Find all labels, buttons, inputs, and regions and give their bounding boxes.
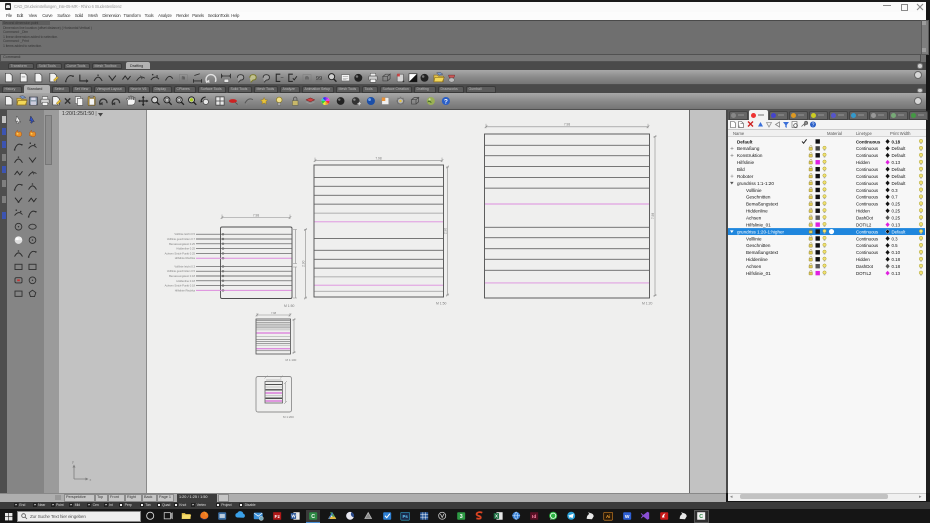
svg-text:Volllinie leicht 0.3: Volllinie leicht 0.3 xyxy=(174,264,195,268)
svg-text:Continuous: Continuous xyxy=(856,188,879,193)
svg-text:Default: Default xyxy=(891,167,906,172)
svg-text:2.90: 2.90 xyxy=(444,227,448,233)
svg-text:Default: Default xyxy=(891,153,906,158)
svg-text:Continuous: Continuous xyxy=(856,243,879,248)
svg-text:Bild: Bild xyxy=(737,167,745,172)
svg-text:Achsen: Achsen xyxy=(746,216,762,221)
svg-text:7.98: 7.98 xyxy=(253,213,259,217)
svg-text:Achsen Strich-Punkt 0.25: Achsen Strich-Punkt 0.25 xyxy=(165,251,196,255)
svg-text:DOTIL2: DOTIL2 xyxy=(856,271,872,276)
svg-text:Hidden: Hidden xyxy=(856,160,870,165)
svg-text:Bemaßung: Bemaßung xyxy=(737,146,760,151)
svg-text:Geschnitten: Geschnitten xyxy=(746,195,771,200)
svg-text:Hiddenline 0.25: Hiddenline 0.25 xyxy=(176,246,195,250)
svg-text:W: W xyxy=(625,514,630,520)
svg-text:0.18: 0.18 xyxy=(891,139,900,144)
svg-text:C: C xyxy=(311,514,315,520)
svg-text:Continuous: Continuous xyxy=(856,139,881,144)
svg-text:M 1:50: M 1:50 xyxy=(436,301,446,305)
svg-text:?: ? xyxy=(812,123,815,129)
svg-text:Volllinie leicht 0.5: Volllinie leicht 0.5 xyxy=(174,232,195,236)
svg-text:7.98: 7.98 xyxy=(271,310,277,314)
svg-text:Continuous: Continuous xyxy=(856,181,879,186)
svg-text:0.13: 0.13 xyxy=(891,271,900,276)
svg-text:Volllinie: Volllinie xyxy=(746,236,762,241)
svg-text:C: C xyxy=(700,514,704,520)
svg-text:7.98: 7.98 xyxy=(651,212,655,218)
svg-text:DashDot: DashDot xyxy=(856,216,874,221)
svg-text:Hilfslinie Rischka: Hilfslinie Rischka xyxy=(175,256,196,260)
svg-text:x: x xyxy=(90,478,92,482)
svg-text:Bemaßungstext: Bemaßungstext xyxy=(746,250,779,255)
svg-text:Hidden: Hidden xyxy=(856,209,870,214)
svg-text:0.18: 0.18 xyxy=(891,264,900,269)
svg-text:0.13: 0.13 xyxy=(891,223,900,228)
svg-text:grundriss 1:20-1:higher: grundriss 1:20-1:higher xyxy=(737,229,785,234)
svg-text:M 1:50: M 1:50 xyxy=(284,303,294,307)
svg-text:Hiddenline: Hiddenline xyxy=(746,209,768,214)
svg-text:Fz: Fz xyxy=(274,514,280,520)
svg-text:0.25: 0.25 xyxy=(891,209,900,214)
svg-text:0.10: 0.10 xyxy=(891,250,900,255)
svg-text:Continuous: Continuous xyxy=(856,236,879,241)
svg-text:grundriss 1:1-1:20: grundriss 1:1-1:20 xyxy=(737,181,774,186)
svg-text:Hilfslinie Rischka: Hilfslinie Rischka xyxy=(175,288,196,292)
svg-text:Hiddenline 0.18: Hiddenline 0.18 xyxy=(176,278,195,282)
svg-text:Roboter: Roboter xyxy=(737,174,754,179)
svg-text:Hilfslinie_01: Hilfslinie_01 xyxy=(746,223,771,228)
svg-text:0.5: 0.5 xyxy=(891,243,898,248)
svg-text:Default: Default xyxy=(737,139,753,144)
svg-text:Achsen Strich-Punkt 0.18: Achsen Strich-Punkt 0.18 xyxy=(165,283,196,287)
svg-text:DOTIL2: DOTIL2 xyxy=(856,223,872,228)
svg-text:Continuous: Continuous xyxy=(856,229,879,234)
svg-text:Bemassungstext 0.25: Bemassungstext 0.25 xyxy=(169,241,195,245)
svg-text:Default: Default xyxy=(891,146,906,151)
svg-text:Bemaßungstext: Bemaßungstext xyxy=(746,202,779,207)
svg-text:2.90: 2.90 xyxy=(302,260,306,266)
svg-text:Volllinie geschnitten 0.5: Volllinie geschnitten 0.5 xyxy=(167,269,196,273)
svg-text:Achsen: Achsen xyxy=(746,264,762,269)
svg-text:Continuous: Continuous xyxy=(856,195,879,200)
svg-text:0.25: 0.25 xyxy=(891,216,900,221)
svg-text:7.98: 7.98 xyxy=(375,156,381,160)
svg-text:?: ? xyxy=(444,98,448,105)
svg-text:M 1:200: M 1:200 xyxy=(283,415,294,419)
svg-text:Geschnitten: Geschnitten xyxy=(746,243,771,248)
svg-text:0.25: 0.25 xyxy=(891,202,900,207)
svg-text:0.3: 0.3 xyxy=(891,188,898,193)
svg-text:Continuous: Continuous xyxy=(856,153,879,158)
svg-text:Default: Default xyxy=(891,174,906,179)
svg-text:Continuous: Continuous xyxy=(856,167,879,172)
svg-text:0.18: 0.18 xyxy=(891,257,900,262)
svg-text:Default: Default xyxy=(891,229,906,234)
svg-text:Hilfslinie: Hilfslinie xyxy=(737,160,754,165)
svg-text:Default: Default xyxy=(891,181,906,186)
svg-text:Continuous: Continuous xyxy=(856,202,879,207)
svg-text:m: m xyxy=(182,75,185,81)
svg-text:3: 3 xyxy=(460,514,463,520)
svg-text:0.7: 0.7 xyxy=(891,195,898,200)
svg-text:0.13: 0.13 xyxy=(891,160,900,165)
svg-text:Id: Id xyxy=(532,514,536,520)
svg-text:Volllinie geschnitten 0.7: Volllinie geschnitten 0.7 xyxy=(167,237,196,241)
svg-text:Volllinie: Volllinie xyxy=(746,188,762,193)
svg-text:7.98: 7.98 xyxy=(564,122,570,126)
svg-text:Konstruktion: Konstruktion xyxy=(737,153,763,158)
svg-text:Ps: Ps xyxy=(402,514,408,519)
svg-text:m: m xyxy=(305,75,308,81)
svg-text:Bemassungstext 0.18: Bemassungstext 0.18 xyxy=(169,274,195,278)
svg-text:Hilfslinie_01: Hilfslinie_01 xyxy=(746,271,771,276)
svg-text:M 1:100: M 1:100 xyxy=(286,358,297,362)
svg-text:M 1:20: M 1:20 xyxy=(642,301,652,305)
svg-text:0.3: 0.3 xyxy=(891,236,898,241)
svg-text:Continuous: Continuous xyxy=(856,250,879,255)
svg-text:y: y xyxy=(72,460,74,464)
svg-text:Ai: Ai xyxy=(606,514,610,519)
svg-text:Hidden: Hidden xyxy=(856,257,870,262)
svg-text:Continuous: Continuous xyxy=(856,174,879,179)
svg-text:Hiddenline: Hiddenline xyxy=(746,257,768,262)
svg-text:X: X xyxy=(495,514,498,519)
svg-text:Continuous: Continuous xyxy=(856,146,879,151)
svg-text:DashDot: DashDot xyxy=(856,264,874,269)
